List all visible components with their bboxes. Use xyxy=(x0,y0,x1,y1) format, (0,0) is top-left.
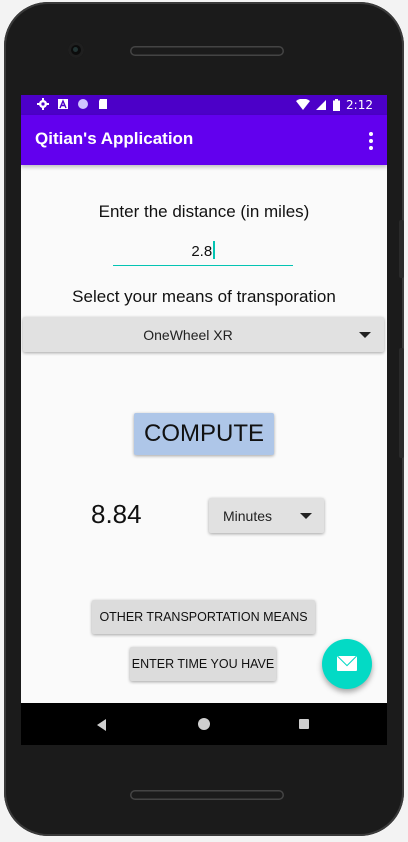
more-vert-icon[interactable] xyxy=(369,132,373,150)
battery-icon xyxy=(333,99,341,111)
bottom-speaker xyxy=(130,790,284,800)
status-bar: 2:12 xyxy=(21,95,387,115)
unit-selected: Minutes xyxy=(223,508,273,524)
app-bar: Qitian's Application xyxy=(21,115,387,165)
a-icon xyxy=(58,99,68,109)
home-icon[interactable] xyxy=(198,718,210,730)
text-caret xyxy=(213,241,215,259)
top-speaker xyxy=(130,46,284,56)
email-fab[interactable] xyxy=(322,639,372,689)
power-button xyxy=(399,220,404,278)
result-value: 8.84 xyxy=(91,499,142,529)
distance-label: Enter the distance (in miles) xyxy=(98,202,310,221)
sd-card-icon xyxy=(99,99,107,109)
app-screen: 2:12 Qitian's Application Enter the dist… xyxy=(21,95,387,703)
transport-label: Select your means of transporation xyxy=(72,287,336,306)
other-transportation-button[interactable]: OTHER TRANSPORTATION MEANS xyxy=(92,600,315,634)
distance-value: 2.8 xyxy=(191,243,213,260)
recents-icon[interactable] xyxy=(299,719,309,729)
unit-spinner[interactable]: Minutes xyxy=(209,498,324,533)
volume-button xyxy=(399,348,404,458)
circle-icon xyxy=(78,99,88,109)
status-time: 2:12 xyxy=(346,98,373,112)
enter-time-button[interactable]: ENTER TIME YOU HAVE xyxy=(130,647,276,681)
email-icon xyxy=(337,656,357,671)
dropdown-arrow-icon xyxy=(300,513,312,519)
gear-icon xyxy=(37,98,49,110)
navigation-bar xyxy=(21,703,387,745)
wifi-icon xyxy=(296,99,311,110)
transport-spinner[interactable]: OneWheel XR xyxy=(23,317,384,352)
signal-icon xyxy=(316,100,327,110)
app-title: Qitian's Application xyxy=(35,129,194,148)
back-icon[interactable] xyxy=(97,719,106,731)
distance-input[interactable]: 2.8 xyxy=(113,239,293,266)
dropdown-arrow-icon xyxy=(359,332,371,338)
compute-button[interactable]: COMPUTE xyxy=(134,413,274,455)
front-camera xyxy=(68,42,84,58)
transport-selected: OneWheel XR xyxy=(143,327,233,343)
